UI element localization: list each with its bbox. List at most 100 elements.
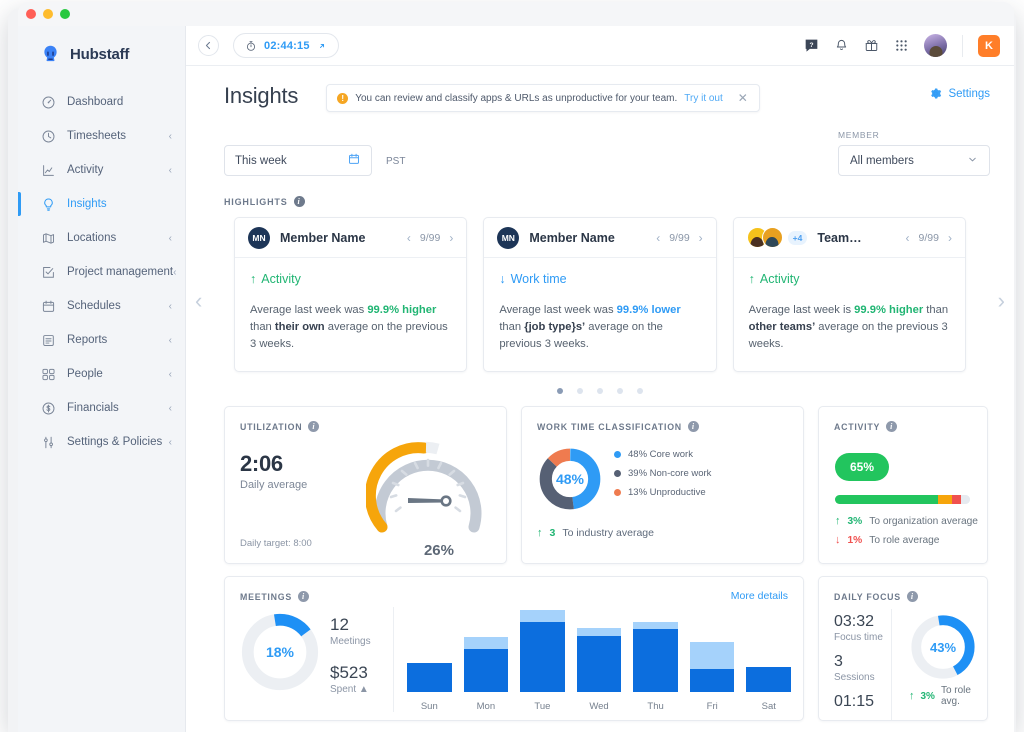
sidebar-item-insights[interactable]: Insights (18, 187, 185, 221)
member-filter-label: MEMBER (838, 130, 880, 140)
utilization-value-block: 2:06 Daily average (240, 451, 307, 491)
chevron-icon[interactable]: ‹ (169, 335, 172, 346)
stats-row-2: MEETINGS i More details 18% 12 Meetings (186, 564, 1014, 721)
bell-icon[interactable] (834, 38, 849, 53)
divider (891, 609, 892, 720)
carousel-dot[interactable] (597, 388, 603, 394)
meetings-bar-chart: Sun Mon Tue Wed Thu Fri Sat (407, 605, 792, 714)
bar-column[interactable] (520, 605, 565, 692)
bar-segment-dark (633, 628, 678, 692)
gear-icon (931, 88, 942, 99)
highlight-card[interactable]: +4 Team… ‹ 9/99 › ↑ Activity Average las… (732, 217, 966, 372)
chart-bars (407, 605, 792, 692)
highlight-card-header: MN Member Name ‹ 9/99 › (235, 218, 467, 258)
info-icon[interactable]: i (906, 591, 918, 602)
dollar-circle-icon (40, 400, 56, 416)
brand-logo[interactable]: Hubstaff (18, 26, 185, 68)
highlight-card-body: ↑ Activity Average last week is 99.9% hi… (734, 258, 965, 371)
bar-column[interactable] (633, 605, 678, 692)
highlight-description: Average last week is 99.9% higher than o… (749, 302, 950, 353)
close-window-button[interactable] (26, 9, 36, 19)
chevron-icon[interactable]: ‹ (169, 369, 172, 380)
settings-button[interactable]: Settings (929, 87, 990, 100)
info-icon[interactable]: i (886, 421, 898, 432)
chevron-icon[interactable]: ‹ (169, 233, 172, 244)
sidebar-item-dashboard[interactable]: Dashboard (18, 85, 185, 119)
next-icon[interactable]: › (948, 231, 952, 245)
timer-widget[interactable]: 02:44:15 (233, 33, 339, 58)
carousel-next-button[interactable]: › (998, 288, 1005, 314)
window-controls[interactable] (26, 9, 70, 19)
carousel-dot[interactable] (577, 388, 583, 394)
sidebar-item-schedules[interactable]: Schedules ‹ (18, 289, 185, 323)
sidebar-item-label: Timesheets (67, 130, 127, 142)
legend-label: 39% Non-core work (628, 468, 712, 479)
date-range-select[interactable]: This week (224, 145, 372, 176)
sidebar-item-activity[interactable]: Activity ‹ (18, 153, 185, 187)
back-button[interactable] (198, 35, 219, 56)
card-title: DAILY FOCUS i (819, 577, 987, 602)
divider (393, 607, 394, 712)
user-avatar[interactable] (924, 34, 947, 57)
info-icon[interactable]: i (308, 421, 320, 432)
sidebar-item-reports[interactable]: Reports ‹ (18, 323, 185, 357)
filters-bar: This week PST MEMBER All members (186, 112, 1014, 176)
next-icon[interactable]: › (699, 231, 703, 245)
carousel-dot[interactable] (557, 388, 563, 394)
bar-column[interactable] (689, 605, 735, 692)
info-icon[interactable]: i (687, 421, 699, 432)
bar-column[interactable] (576, 605, 622, 692)
sidebar-item-label: Reports (67, 334, 108, 346)
info-icon[interactable]: i (293, 196, 305, 207)
maximize-window-button[interactable] (60, 9, 70, 19)
sliders-icon (40, 434, 56, 450)
sidebar-item-project-management[interactable]: Project management ‹ (18, 255, 185, 289)
prev-icon[interactable]: ‹ (407, 231, 411, 245)
carousel-dot[interactable] (617, 388, 623, 394)
chevron-icon[interactable]: ‹ (169, 131, 172, 142)
sidebar-item-people[interactable]: People ‹ (18, 357, 185, 391)
carousel-dot[interactable] (637, 388, 643, 394)
chevron-icon[interactable]: ‹ (169, 437, 172, 448)
prev-icon[interactable]: ‹ (656, 231, 660, 245)
apps-grid-icon[interactable] (894, 38, 909, 53)
wtc-title: WORK TIME CLASSIFICATION (537, 421, 682, 432)
member-select[interactable]: All members (838, 145, 990, 176)
legend-color-swatch (614, 470, 621, 477)
bar-column[interactable] (463, 605, 509, 692)
sidebar-item-financials[interactable]: Financials ‹ (18, 391, 185, 425)
chevron-icon[interactable]: ‹ (169, 165, 172, 176)
close-icon[interactable]: ✕ (738, 91, 748, 105)
daily-focus-figures: 03:32 Focus time 3 Sessions 01:15 (834, 613, 883, 711)
wtc-legend: 48% Core work 39% Non-core work 13% Unpr… (614, 449, 711, 506)
x-tick-label: Sat (761, 701, 776, 712)
minimize-window-button[interactable] (43, 9, 53, 19)
metric-label: Work time (510, 272, 567, 286)
more-details-link[interactable]: More details (731, 590, 788, 602)
sidebar-item-settings-policies[interactable]: Settings & Policies ‹ (18, 425, 185, 459)
bar-column[interactable] (407, 605, 452, 692)
sidebar-item-label: Dashboard (67, 96, 124, 108)
chevron-icon[interactable]: ‹ (169, 403, 172, 414)
progress-segment-red (952, 495, 961, 504)
sidebar-item-timesheets[interactable]: Timesheets ‹ (18, 119, 185, 153)
highlight-card[interactable]: MN Member Name ‹ 9/99 › ↓ Work time Aver… (483, 217, 717, 372)
chevron-icon[interactable]: ‹ (169, 301, 172, 312)
gift-icon[interactable] (864, 38, 879, 53)
bar-column[interactable] (746, 605, 792, 692)
info-icon[interactable]: i (297, 591, 309, 602)
text-middle: than (250, 321, 275, 333)
banner-link[interactable]: Try it out (684, 93, 723, 104)
application-window: Hubstaff Dashboard Timesheets ‹ Activity… (18, 2, 1014, 732)
highlight-card[interactable]: MN Member Name ‹ 9/99 › ↑ Activity Avera… (234, 217, 468, 372)
sidebar-item-locations[interactable]: Locations ‹ (18, 221, 185, 255)
stopwatch-icon (246, 40, 256, 51)
help-icon[interactable]: ? (804, 38, 819, 53)
next-icon[interactable]: › (449, 231, 453, 245)
carousel-prev-button[interactable]: ‹ (195, 288, 202, 314)
trend-up-icon: ↑ (835, 515, 841, 527)
chevron-icon[interactable]: ‹ (173, 267, 176, 278)
prev-icon[interactable]: ‹ (906, 231, 910, 245)
account-badge[interactable]: K (978, 34, 1000, 57)
